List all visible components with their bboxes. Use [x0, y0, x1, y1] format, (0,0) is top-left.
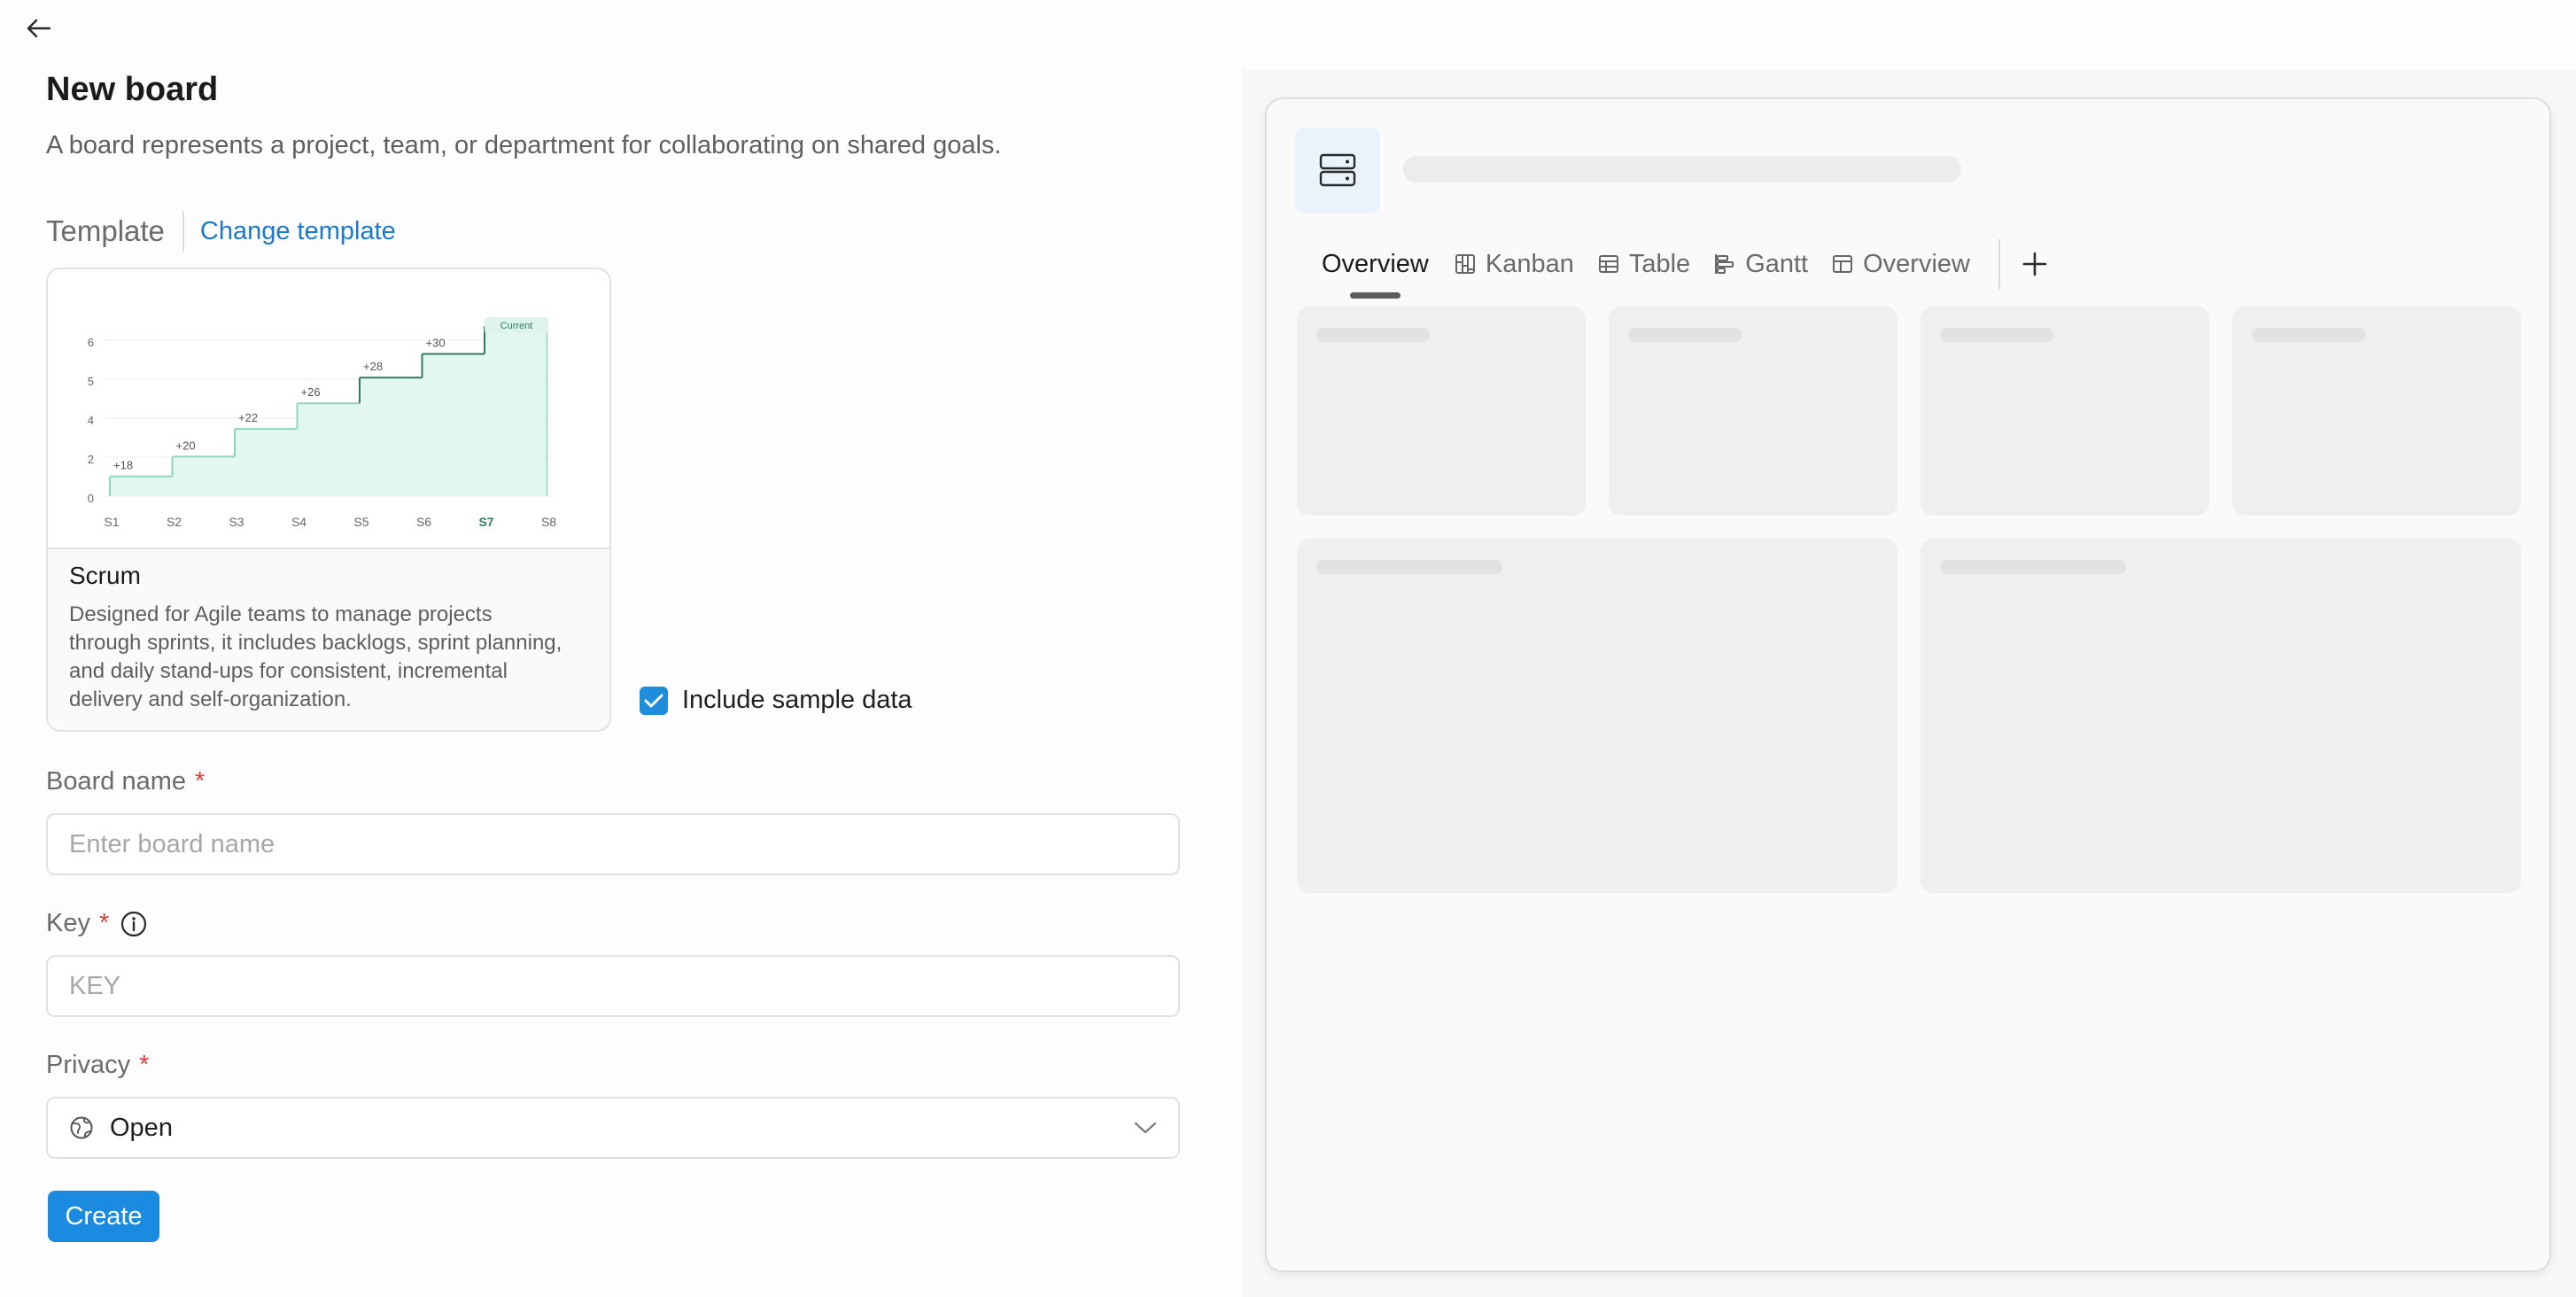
- chart-area: [110, 326, 547, 496]
- required-mark: *: [139, 1051, 150, 1079]
- x-tick-label: S8: [541, 515, 556, 529]
- tab-label: Overview: [1322, 249, 1429, 278]
- skeleton-panel: [1920, 539, 2521, 893]
- data-label: +18: [113, 459, 133, 472]
- tab-label: Gantt: [1745, 249, 1809, 278]
- y-tick-label: 0: [88, 492, 94, 505]
- template-preview-chart: 0 2 4 5 6 +18 +20 +22 +26 +28 +30 Current S1 S2 S3 S4 S5…: [48, 269, 609, 549]
- privacy-label: Privacy *: [46, 1051, 149, 1080]
- preview-tabs: Overview Kanban Table Gantt Overview: [1295, 239, 2048, 299]
- board-name-label-text: Board name: [46, 767, 186, 796]
- board-name-input[interactable]: [46, 813, 1180, 875]
- skeleton-card: [1297, 307, 1586, 516]
- skeleton-line: [1940, 560, 2126, 574]
- include-sample-data-checkbox[interactable]: Include sample data: [640, 686, 912, 715]
- arrow-left-icon: [27, 19, 51, 38]
- y-tick-label: 2: [88, 453, 94, 466]
- x-tick-label: S7: [478, 515, 493, 529]
- template-description: Designed for Agile teams to manage proje…: [69, 602, 563, 711]
- skeleton-card: [1920, 307, 2209, 516]
- x-tick-label: S3: [229, 515, 244, 529]
- y-tick-label: 4: [88, 414, 94, 427]
- required-mark: *: [98, 909, 110, 937]
- include-sample-data-label: Include sample data: [682, 686, 912, 714]
- required-mark: *: [195, 767, 206, 796]
- divider: [1998, 239, 2000, 289]
- template-card[interactable]: 0 2 4 5 6 +18 +20 +22 +26 +28 +30 Current S1 S2 S3 S4 S5…: [46, 268, 611, 732]
- template-name: Scrum: [69, 562, 141, 589]
- checkbox-checked[interactable]: [640, 686, 668, 715]
- board-name-label: Board name *: [46, 767, 205, 796]
- y-tick-label: 6: [88, 336, 94, 349]
- change-template-link[interactable]: Change template: [200, 217, 396, 246]
- skeleton-line: [2252, 328, 2365, 342]
- data-label: +26: [301, 385, 321, 399]
- board-icon-box: [1295, 128, 1380, 213]
- back-button[interactable]: [21, 11, 57, 46]
- key-label: Key *: [46, 909, 148, 938]
- tab-kanban[interactable]: Kanban: [1454, 250, 1574, 279]
- page-title: New board: [46, 71, 219, 108]
- divider: [182, 211, 184, 252]
- tab-label: Table: [1628, 249, 1691, 278]
- x-tick-label: S6: [416, 515, 431, 529]
- globe-icon: [70, 1116, 93, 1139]
- overview-icon: [1833, 255, 1853, 273]
- gantt-icon: [1715, 254, 1734, 274]
- data-label: +20: [176, 439, 196, 452]
- tab-overview-2[interactable]: Overview: [1831, 250, 1970, 279]
- table-icon: [1598, 255, 1618, 273]
- board-title-skeleton: [1403, 156, 1961, 183]
- board-preview: Overview Kanban Table Gantt Overview: [1265, 97, 2551, 1272]
- tab-table[interactable]: Table: [1597, 250, 1690, 279]
- server-icon: [1319, 153, 1356, 187]
- info-icon[interactable]: [120, 910, 148, 938]
- check-icon: [644, 694, 663, 707]
- plus-icon: [2022, 252, 2047, 276]
- x-tick-label: S5: [353, 515, 369, 529]
- burnup-chart: 0 2 4 5 6 +18 +20 +22 +26 +28 +30 Current S1 S2 S3 S4 S5…: [88, 317, 556, 529]
- tab-label: Overview: [1863, 249, 1970, 278]
- skeleton-line: [1316, 560, 1502, 574]
- data-label: +30: [426, 336, 446, 349]
- tab-overview[interactable]: Overview: [1322, 249, 1429, 299]
- privacy-select[interactable]: Open: [46, 1097, 1180, 1159]
- tab-gantt[interactable]: Gantt: [1713, 250, 1808, 279]
- privacy-value: Open: [110, 1113, 173, 1142]
- privacy-label-text: Privacy: [46, 1051, 131, 1079]
- data-label: +22: [238, 411, 258, 424]
- current-badge-label: Current: [500, 321, 533, 331]
- create-button[interactable]: Create: [48, 1191, 159, 1242]
- tab-label: Kanban: [1485, 249, 1574, 278]
- chevron-down-icon: [1134, 1122, 1157, 1134]
- skeleton-line: [1940, 328, 2053, 342]
- skeleton-card: [1609, 307, 1897, 516]
- add-view-button[interactable]: [2021, 251, 2048, 277]
- data-label: +28: [363, 360, 383, 373]
- skeleton-line: [1628, 328, 1742, 342]
- x-tick-label: S2: [167, 515, 182, 529]
- x-tick-label: S4: [291, 515, 306, 529]
- page-subtitle: A board represents a project, team, or d…: [46, 131, 1002, 159]
- skeleton-card: [2232, 307, 2521, 516]
- template-label: Template: [46, 214, 165, 247]
- skeleton-panel: [1297, 539, 1897, 893]
- skeleton-line: [1316, 328, 1430, 342]
- x-tick-label: S1: [104, 515, 119, 529]
- kanban-icon: [1455, 254, 1475, 274]
- key-label-text: Key: [46, 909, 90, 937]
- key-input[interactable]: [46, 955, 1180, 1017]
- template-header: Template Change template: [46, 209, 396, 253]
- active-tab-indicator: [1350, 291, 1401, 299]
- y-tick-label: 5: [88, 375, 94, 388]
